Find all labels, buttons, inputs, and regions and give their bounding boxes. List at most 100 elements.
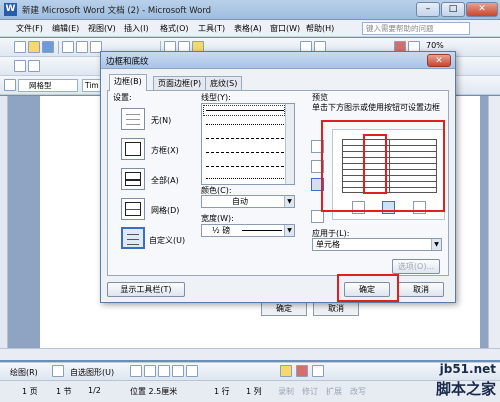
setting-custom-label[interactable]: 自定义(U): [149, 235, 185, 246]
status-line: 1 行: [214, 387, 230, 396]
line-style-dashed[interactable]: [206, 138, 284, 139]
styles-icon[interactable]: [14, 60, 26, 72]
menu-view[interactable]: 视图(V): [88, 23, 116, 34]
inside-horizontal-border-button[interactable]: [311, 160, 324, 173]
word-app-icon: W: [4, 3, 17, 16]
status-overtype[interactable]: 改写: [350, 386, 366, 397]
new-document-icon[interactable]: [14, 41, 26, 53]
status-track[interactable]: 修订: [302, 386, 318, 397]
chevron-down-icon: ▼: [431, 239, 441, 250]
preview-grid: [342, 139, 437, 193]
style-select[interactable]: 网格型: [18, 79, 78, 92]
autoshapes-menu[interactable]: 自选图形(U): [70, 367, 114, 378]
ok-button[interactable]: 确定: [344, 282, 390, 297]
font-select[interactable]: Tim: [82, 79, 102, 92]
box-frame: [125, 142, 141, 156]
setting-grid-icon[interactable]: [121, 198, 145, 220]
custom-line: [127, 239, 139, 240]
color-value: 自动: [232, 197, 248, 206]
apply-to-select[interactable]: 单元格 ▼: [312, 238, 442, 251]
chevron-down-icon: ▼: [284, 225, 294, 236]
color-select[interactable]: 自动 ▼: [201, 195, 295, 208]
window-title: 新建 Microsoft Word 文档 (2) - Microsoft Wor…: [22, 6, 212, 16]
tab-page-border[interactable]: 页面边框(P): [153, 76, 207, 90]
width-label: 宽度(W):: [201, 214, 234, 223]
menu-table[interactable]: 表格(A): [234, 23, 262, 34]
setting-box-icon[interactable]: [121, 138, 145, 160]
setting-all-label[interactable]: 全部(A): [151, 175, 179, 186]
font-color-icon[interactable]: [312, 365, 324, 377]
width-sample-line: [242, 230, 282, 231]
horizontal-scrollbar[interactable]: [0, 348, 500, 360]
setting-grid-label[interactable]: 网格(D): [151, 205, 179, 216]
border-preview[interactable]: [332, 129, 445, 220]
line-style-dash-dot-dot[interactable]: [206, 178, 284, 179]
menu-format[interactable]: 格式(O): [160, 23, 189, 34]
close-window-button[interactable]: ✕: [466, 2, 498, 17]
line-color-icon[interactable]: [296, 365, 308, 377]
print-icon[interactable]: [62, 41, 74, 53]
menu-file[interactable]: 文件(F): [16, 23, 43, 34]
menu-tools[interactable]: 工具(T): [198, 23, 225, 34]
top-border-button[interactable]: [311, 140, 324, 153]
setting-none-icon[interactable]: [121, 108, 145, 130]
fill-color-icon[interactable]: [280, 365, 292, 377]
save-icon[interactable]: [42, 41, 54, 53]
watermark-site: jb51.net: [439, 362, 496, 376]
zoom-select[interactable]: 70%: [426, 41, 444, 50]
show-toolbar-button[interactable]: 显示工具栏(T): [107, 282, 185, 297]
menu-insert[interactable]: 插入(I): [124, 23, 149, 34]
setting-none-label[interactable]: 无(N): [151, 115, 171, 126]
print-preview-icon[interactable]: [76, 41, 88, 53]
diagonal-up-border-button[interactable]: [311, 210, 324, 223]
style-pane-icon[interactable]: [4, 79, 16, 91]
background-ok-button: 确定: [261, 302, 307, 316]
left-border-button[interactable]: [352, 201, 365, 214]
menu-help[interactable]: 帮助(H): [306, 23, 334, 34]
line-style-scrollbar[interactable]: [285, 104, 294, 184]
bottom-border-button[interactable]: [311, 178, 324, 191]
oval-icon[interactable]: [172, 365, 184, 377]
width-select[interactable]: ½ 磅 ▼: [201, 224, 295, 237]
arrow-icon[interactable]: [144, 365, 156, 377]
inside-vertical-border-button[interactable]: [382, 201, 395, 214]
apply-to-value: 单元格: [316, 240, 340, 249]
dialog-close-button[interactable]: ✕: [427, 54, 451, 67]
options-button[interactable]: 选项(O)...: [392, 259, 440, 274]
line-style-long-dash[interactable]: [206, 152, 284, 153]
settings-label: 设置:: [113, 93, 132, 102]
watermark-name: 脚本之家: [435, 380, 496, 398]
line-style-solid[interactable]: [206, 110, 284, 111]
status-rec[interactable]: 录制: [278, 386, 294, 397]
line-style-label: 线型(Y):: [201, 93, 231, 102]
title-bar: W 新建 Microsoft Word 文档 (2) - Microsoft W…: [0, 0, 500, 20]
setting-all-icon[interactable]: [121, 168, 145, 190]
menu-edit[interactable]: 编辑(E): [52, 23, 79, 34]
vertical-scrollbar[interactable]: [488, 96, 500, 348]
help-search-input[interactable]: 键入需要帮助的问题: [362, 22, 470, 35]
status-page: 1 页: [22, 387, 38, 396]
open-folder-icon[interactable]: [28, 41, 40, 53]
status-extend[interactable]: 扩展: [326, 386, 342, 397]
draw-menu[interactable]: 绘图(R): [10, 367, 38, 378]
maximize-button[interactable]: □: [441, 2, 465, 17]
line-style-list[interactable]: [201, 103, 295, 185]
cancel-button[interactable]: 取消: [398, 282, 444, 297]
borders-shading-dialog: 边框和底纹 ✕ 边框(B) 页面边框(P) 底纹(S) 设置: 无(N) 方框(…: [100, 51, 456, 303]
textbox-icon[interactable]: [186, 365, 198, 377]
right-border-button[interactable]: [413, 201, 426, 214]
line-icon[interactable]: [130, 365, 142, 377]
preview-hint: 单击下方图示或使用按钮可设置边框: [312, 103, 440, 112]
tab-borders[interactable]: 边框(B): [109, 74, 147, 91]
line-style-dash-dot[interactable]: [206, 166, 284, 167]
reveal-format-icon[interactable]: [28, 60, 40, 72]
minimize-button[interactable]: –: [416, 2, 440, 17]
menu-window[interactable]: 窗口(W): [270, 23, 300, 34]
tab-shading[interactable]: 底纹(S): [205, 76, 243, 90]
rectangle-icon[interactable]: [158, 365, 170, 377]
select-objects-icon[interactable]: [52, 365, 64, 377]
status-section: 1 节: [56, 387, 72, 396]
setting-box-label[interactable]: 方框(X): [151, 145, 179, 156]
setting-custom-icon[interactable]: [121, 227, 145, 249]
line-style-dotted[interactable]: [206, 124, 284, 125]
